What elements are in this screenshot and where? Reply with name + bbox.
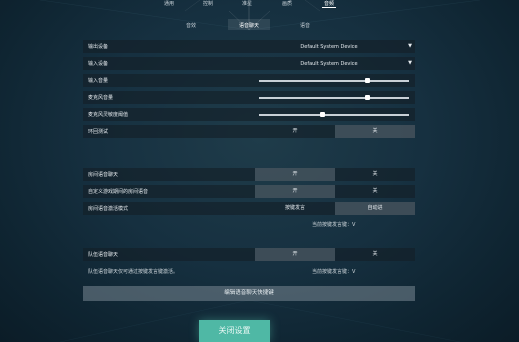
caret-down-icon: ▼ — [408, 60, 412, 66]
team-voice-row: 队伍语音聊天 开 关 — [83, 248, 415, 261]
active-tab-underline — [321, 7, 337, 8]
party-activation-row: 房间语音激活模式 按键发言 自动进 — [83, 202, 415, 215]
ptt-key-value: V — [352, 269, 356, 275]
slider-handle[interactable] — [364, 78, 370, 83]
slider-handle[interactable] — [364, 95, 370, 100]
subtab-label: 语音聊天 — [238, 23, 260, 29]
input-device-value: Default System Device — [300, 60, 358, 67]
auto-activate-button[interactable]: 自动进 — [335, 202, 415, 215]
mic-threshold-label: 麦克风灵敏度阈值 — [88, 112, 129, 118]
top-tab-bar: 通用 控制 准星 画质 音频 — [0, 0, 519, 10]
custom-game-voice-off-button[interactable]: 关 — [335, 185, 415, 198]
custom-game-voice-row: 自定义游戏期间的房间语音 开 关 — [83, 185, 415, 198]
loopback-off-button[interactable]: 关 — [335, 125, 415, 138]
party-voice-label: 房间语音聊天 — [88, 172, 119, 178]
team-note-row: 队伍语音聊天仅可通过按键发言键激活。 当前按键发言键：V — [83, 265, 415, 278]
output-device-dropdown[interactable]: Default System Device ▼ — [255, 40, 415, 53]
ptt-key-label: 当前按键发言键： — [312, 222, 353, 228]
close-settings-button[interactable]: 关闭设置 — [199, 320, 270, 342]
party-activation-label: 房间语音激活模式 — [88, 206, 129, 212]
edit-voice-keybinds-button[interactable]: 编辑语音聊天快捷键 — [83, 286, 415, 301]
tab-video[interactable]: 画质 — [282, 0, 292, 7]
mic-volume-slider[interactable] — [259, 95, 409, 100]
team-voice-off-button[interactable]: 关 — [335, 248, 415, 261]
custom-game-voice-label: 自定义游戏期间的房间语音 — [88, 189, 149, 195]
loopback-on-button[interactable]: 开 — [255, 125, 335, 138]
loopback-row: 环回测试 开 关 — [83, 125, 415, 138]
mic-threshold-row: 麦克风灵敏度阈值 — [83, 108, 415, 121]
party-voice-on-button[interactable]: 开 — [255, 168, 335, 181]
tab-general[interactable]: 通用 — [164, 0, 174, 7]
output-device-value: Default System Device — [300, 43, 358, 50]
caret-down-icon: ▼ — [408, 43, 412, 49]
tab-label: 控制 — [202, 1, 214, 7]
input-device-label: 输入设备 — [88, 61, 109, 67]
subtab-label: 语音 — [299, 23, 311, 29]
ptt-key-label: 当前按键发言键： — [312, 269, 353, 275]
loopback-label: 环回测试 — [88, 129, 109, 135]
team-voice-on-button[interactable]: 开 — [255, 248, 335, 261]
team-voice-label: 队伍语音聊天 — [88, 252, 119, 258]
mic-volume-row: 麦克风音量 — [83, 91, 415, 104]
subtab-voice-chat[interactable]: 语音聊天 — [239, 22, 259, 29]
tab-label: 通用 — [163, 1, 175, 7]
input-device-dropdown[interactable]: Default System Device ▼ — [255, 57, 415, 70]
sub-tab-bar: 音效 语音聊天 语音 — [0, 19, 519, 31]
party-voice-row: 房间语音聊天 开 关 — [83, 168, 415, 181]
output-device-label: 输出设备 — [88, 44, 109, 50]
subtab-label: 音效 — [185, 23, 197, 29]
party-voice-off-button[interactable]: 关 — [335, 168, 415, 181]
custom-game-voice-on-button[interactable]: 开 — [255, 185, 335, 198]
tab-label: 准星 — [241, 1, 253, 7]
input-volume-row: 输入音量 — [83, 74, 415, 87]
tab-controls[interactable]: 控制 — [203, 0, 213, 7]
tab-label: 画质 — [281, 1, 293, 7]
subtab-sounds[interactable]: 音效 — [186, 22, 196, 29]
push-to-talk-button[interactable]: 按键发言 — [255, 202, 335, 215]
mic-threshold-slider[interactable] — [259, 112, 409, 117]
team-ptt-note: 队伍语音聊天仅可通过按键发言键激活。 — [88, 269, 179, 275]
mic-volume-label: 麦克风音量 — [88, 95, 114, 101]
ptt-key-value: V — [352, 222, 356, 228]
tab-audio[interactable]: 音频 — [321, 0, 337, 8]
input-volume-slider[interactable] — [259, 78, 409, 83]
party-ptt-key-note: 当前按键发言键：V — [312, 221, 355, 228]
input-volume-label: 输入音量 — [88, 78, 109, 84]
output-device-row: 输出设备 Default System Device ▼ — [83, 40, 415, 53]
team-ptt-key-note: 当前按键发言键：V — [312, 268, 355, 275]
slider-handle[interactable] — [319, 112, 325, 117]
input-device-row: 输入设备 Default System Device ▼ — [83, 57, 415, 70]
tab-crosshair[interactable]: 准星 — [242, 0, 252, 7]
subtab-voice[interactable]: 语音 — [300, 22, 310, 29]
